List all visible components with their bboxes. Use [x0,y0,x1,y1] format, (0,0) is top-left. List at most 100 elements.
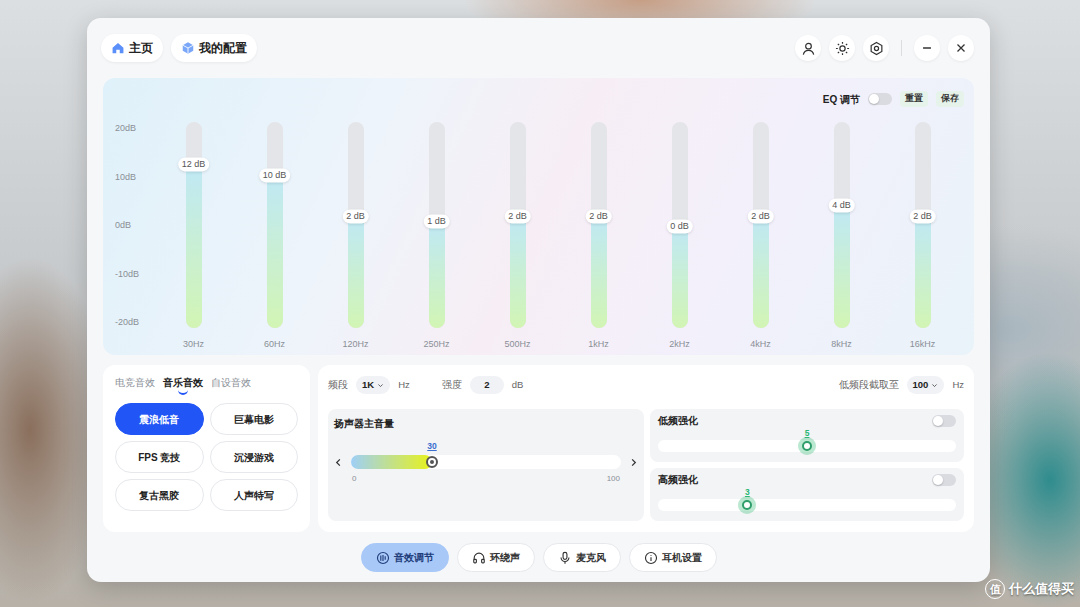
enhance-slider[interactable]: 5 [658,428,956,452]
eq-band: 2 dB4kHz [720,122,801,350]
cutoff-dropdown[interactable]: 100 [907,376,945,394]
eq-slider-track[interactable]: 2 dB [510,122,526,328]
eq-frequency-label: 30Hz [183,338,204,350]
enhance-track[interactable] [658,440,956,452]
app-window: 主页我的配置EQ 调节重置保存20dB10dB0dB-10dB-20dB12 d… [87,18,990,582]
equalizer-icon [376,551,390,565]
eq-slider-track[interactable]: 2 dB [348,122,364,328]
eq-frequency-label: 8kHz [831,338,852,350]
enhance-knob[interactable] [742,500,752,510]
enhance-knob[interactable] [802,441,812,451]
bottom-nav-button[interactable]: 环绕声 [457,543,535,572]
volume-title: 扬声器主音量 [334,417,638,431]
save-button[interactable]: 保存 [936,91,964,106]
eq-slider-fill [591,215,607,328]
eq-slider-track[interactable]: 2 dB [591,122,607,328]
eq-frequency-label: 250Hz [423,338,449,350]
eq-value-badge[interactable]: 0 dB [666,219,693,233]
chevron-right-icon [629,458,638,467]
preset-button[interactable]: 复古黑胶 [115,479,204,511]
nav-tab[interactable]: 主页 [101,34,163,62]
enhance-header: 高频强化 [658,473,956,487]
volume-slider[interactable]: 30 [351,441,621,469]
preset-panel: 电竞音效音乐音效自设音效震浪低音巨幕电影FPS 竞技沉浸游戏复古黑胶人声特写 [103,365,310,532]
preset-button[interactable]: FPS 竞技 [115,441,204,473]
eq-chart: 20dB10dB0dB-10dB-20dB12 dB30Hz10 dB60Hz2… [103,122,964,350]
nav-tab[interactable]: 我的配置 [171,34,257,62]
preset-button[interactable]: 巨幕电影 [210,403,299,435]
eq-slider-track[interactable]: 0 dB [672,122,688,328]
eq-panel: EQ 调节重置保存20dB10dB0dB-10dB-20dB12 dB30Hz1… [103,78,974,355]
eq-value-badge[interactable]: 2 dB [585,209,612,223]
info-icon [644,551,658,565]
user-icon [801,41,816,56]
eq-slider-track[interactable]: 2 dB [753,122,769,328]
eq-value-badge[interactable]: 2 dB [504,209,531,223]
close-icon [954,41,968,55]
settings-button[interactable] [863,35,889,61]
chevron-right-icon [629,458,638,467]
eq-value-badge[interactable]: 12 dB [178,158,210,172]
preset-tab[interactable]: 音乐音效 [163,375,203,393]
cube-icon [181,41,195,55]
settings-icon [869,41,884,56]
band-label: 频段 [328,378,348,392]
eq-frequency-label: 16kHz [910,338,936,350]
eq-slider-track[interactable]: 12 dB [186,122,202,328]
band-value: 1K [362,378,374,392]
eq-slider-track[interactable]: 2 dB [915,122,931,328]
reset-button[interactable]: 重置 [900,91,928,106]
band-dropdown[interactable]: 1K [356,376,390,394]
bottom-nav-button[interactable]: 耳机设置 [629,543,717,572]
close-button[interactable] [948,35,974,61]
bottom-row: 电竞音效音乐音效自设音效震浪低音巨幕电影FPS 竞技沉浸游戏复古黑胶人声特写频段… [103,365,974,532]
preset-button[interactable]: 沉浸游戏 [210,441,299,473]
nav-tab-label: 我的配置 [199,39,247,57]
eq-value-badge[interactable]: 2 dB [909,209,936,223]
brightness-button[interactable] [829,35,855,61]
chevron-down-icon [377,382,384,389]
volume-track[interactable] [351,455,621,469]
eq-value-badge[interactable]: 10 dB [259,168,291,182]
bottom-nav-label: 麦克风 [576,550,606,565]
volume-max: 100 [607,473,620,484]
volume-decrease-button[interactable] [334,455,343,469]
bottom-nav-label: 耳机设置 [662,550,702,565]
eq-toggle[interactable] [868,93,892,105]
strength-input[interactable]: 2 [470,376,504,394]
eq-value-badge[interactable]: 2 dB [747,209,774,223]
volume-slider-row: 30 [334,441,638,469]
enhance-toggle[interactable] [932,474,956,486]
volume-increase-button[interactable] [629,455,638,469]
bottom-nav-button[interactable]: 音效调节 [361,543,449,572]
settings-icon [869,41,884,56]
enhance-title: 高频强化 [658,473,698,487]
enhance-track[interactable] [658,499,956,511]
enhance-slider[interactable]: 3 [658,487,956,511]
preset-button[interactable]: 震浪低音 [115,403,204,435]
eq-value-badge[interactable]: 1 dB [423,214,450,228]
minimize-button[interactable] [914,35,940,61]
enhance-title: 低频强化 [658,414,698,428]
eq-slider-track[interactable]: 4 dB [834,122,850,328]
eq-value-badge[interactable]: 2 dB [342,209,369,223]
bottom-nav-button[interactable]: 麦克风 [543,543,621,572]
chevron-down-icon [931,382,938,389]
preset-button[interactable]: 人声特写 [210,479,299,511]
preset-tab[interactable]: 电竞音效 [115,375,155,393]
eq-band: 4 dB 8kHz [801,122,882,350]
enhance-toggle[interactable] [932,415,956,427]
eq-value-badge[interactable]: 4 dB [828,199,855,213]
enhance-column: 低频强化5 高频强化3 [650,409,964,521]
preset-tab[interactable]: 自设音效 [211,375,251,393]
preset-tabs: 电竞音效音乐音效自设音效 [115,375,298,393]
eq-slider-track[interactable]: 10 dB [267,122,283,328]
user-button[interactable] [795,35,821,61]
cutoff-controls: 低频段截取至100Hz [839,376,964,394]
volume-knob[interactable] [426,456,438,468]
headphones-icon [472,551,486,565]
enhance-card: 高频强化3 [650,468,964,521]
nav-tab-label: 主页 [129,39,153,57]
eq-slider-track[interactable]: 1 dB [429,122,445,328]
headphones-icon [472,551,486,565]
